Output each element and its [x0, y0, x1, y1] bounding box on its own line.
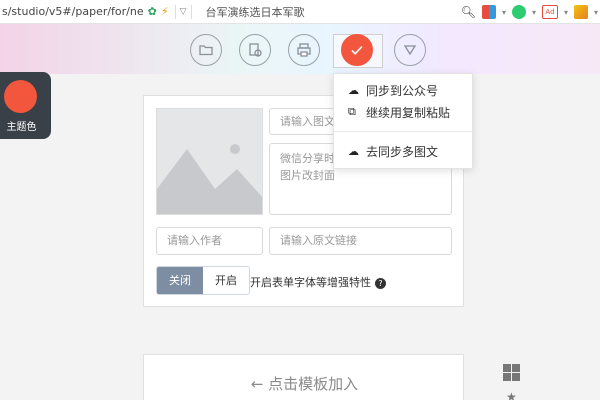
template-library-icon[interactable]: [239, 34, 271, 66]
adblock-icon[interactable]: Ad: [541, 5, 558, 19]
menu-item-sync-official[interactable]: ☁ 同步到公众号: [334, 79, 474, 101]
star-icon[interactable]: ★: [506, 390, 517, 400]
chevron-down-icon[interactable]: ▾: [502, 8, 506, 17]
author-input[interactable]: 请输入作者: [156, 227, 263, 255]
screenshot-icon[interactable]: [573, 5, 588, 19]
image-placeholder-icon: [157, 144, 262, 214]
template-hint: ← 点击模板加入: [250, 375, 359, 393]
address-url[interactable]: s/studio/v5#/paper/for/ne: [0, 5, 144, 18]
help-icon[interactable]: ?: [375, 277, 386, 289]
check-icon[interactable]: [341, 34, 373, 66]
toggle-on-button[interactable]: 开启: [203, 267, 249, 294]
browser-address-bar: s/studio/v5#/paper/for/ne ✿ ⚡ ▽ 台军演练选日本军…: [0, 0, 600, 24]
template-drop-area[interactable]: ← 点击模板加入: [143, 354, 464, 400]
address-divider: [190, 4, 192, 19]
menu-item-label: 同步到公众号: [366, 83, 439, 98]
search-suggestion[interactable]: 台军演练选日本军歌: [206, 4, 305, 20]
chevron-down-icon[interactable]: ▾: [594, 8, 598, 17]
folder-icon[interactable]: [190, 34, 222, 66]
grid-icon[interactable]: [503, 364, 520, 381]
menu-divider: [334, 131, 474, 132]
address-divider: [174, 4, 176, 19]
source-link-input[interactable]: 请输入原文链接: [269, 227, 452, 255]
menu-item-label: 去同步多图文: [366, 144, 439, 159]
enhance-label: 开启表单字体等增强特性?: [250, 274, 386, 290]
menu-item-copy-paste[interactable]: ⧉ 继续用复制粘贴: [334, 101, 474, 123]
cloud-upload-icon: ☁: [348, 144, 359, 158]
print-icon[interactable]: [288, 34, 320, 66]
cover-image-placeholder[interactable]: [156, 108, 263, 215]
chevron-down-icon[interactable]: ▾: [532, 8, 536, 17]
chevron-down-icon[interactable]: ▽: [180, 7, 187, 17]
external-link-icon: ⧉: [348, 105, 356, 118]
theme-color-swatch[interactable]: [4, 80, 37, 113]
enhance-toggle[interactable]: 关闭 开启: [156, 266, 250, 295]
editor-toolbar: [0, 24, 600, 74]
translate-icon[interactable]: [511, 5, 526, 19]
lightning-icon[interactable]: ⚡: [161, 5, 169, 18]
extension-bar: 🔍︎ ▾ ▾ Ad ▾ ▾: [461, 0, 600, 24]
theme-color-widget[interactable]: 主题色: [0, 72, 51, 139]
menu-item-label: 继续用复制粘贴: [366, 105, 451, 120]
sync-dropdown-menu: ☁ 同步到公众号 ⧉ 继续用复制粘贴 ☁ 去同步多图文: [333, 73, 474, 169]
toggle-off-button[interactable]: 关闭: [157, 267, 203, 294]
theme-color-label: 主题色: [6, 122, 37, 133]
enhance-label-text: 开启表单字体等增强特性: [250, 276, 371, 289]
menu-item-sync-multi[interactable]: ☁ 去同步多图文: [334, 140, 474, 162]
triangle-down-icon[interactable]: [394, 34, 426, 66]
chevron-down-icon[interactable]: ▾: [564, 8, 568, 17]
app-grid-icon[interactable]: [481, 5, 496, 19]
security-shield-icon[interactable]: ✿: [148, 5, 157, 18]
search-icon[interactable]: 🔍︎: [461, 5, 476, 19]
cloud-upload-icon: ☁: [348, 83, 359, 97]
summary-placeholder-line: 图片改封面: [280, 169, 335, 182]
